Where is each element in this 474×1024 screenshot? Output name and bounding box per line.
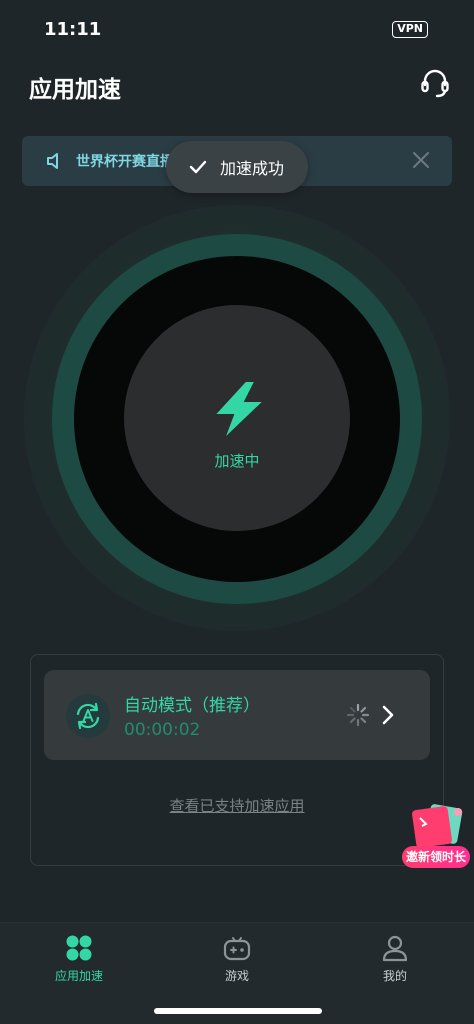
nav-item-me[interactable]: 我的 <box>345 933 445 984</box>
grid-icon <box>66 935 92 961</box>
page-title: 应用加速 <box>29 77 121 103</box>
home-indicator[interactable] <box>154 1008 322 1014</box>
auto-mode-icon <box>66 694 110 738</box>
gamepad-icon <box>223 937 251 961</box>
nav-label-me: 我的 <box>382 969 407 983</box>
nav-label-games: 游戏 <box>224 969 249 983</box>
accelerator-status: 加速中 <box>214 452 260 470</box>
nav-item-games[interactable]: 游戏 <box>187 933 287 984</box>
success-toast: 加速成功 <box>166 141 308 193</box>
status-time: 11:11 <box>44 19 102 40</box>
app-screen: 11:11 VPN 应用加速 世界杯开赛直播 … 加速中 加速成功 自动模式（推… <box>0 0 474 1024</box>
accelerated-timer: 00:00:02 <box>124 720 201 740</box>
toast-text: 加速成功 <box>220 159 285 178</box>
mode-title: 自动模式（推荐） <box>124 696 260 716</box>
vpn-badge: VPN <box>392 21 428 38</box>
customer-support-button[interactable] <box>418 66 452 100</box>
user-icon <box>382 935 408 962</box>
invite-reward-badge[interactable]: 邀新领时长 <box>402 800 470 874</box>
nav-item-accelerate[interactable]: 应用加速 <box>29 933 129 984</box>
mode-card[interactable]: 自动模式（推荐） 00:00:02 <box>44 670 430 760</box>
lightning-bolt-icon <box>216 382 262 436</box>
close-icon[interactable] <box>410 149 432 171</box>
chevron-right-icon[interactable] <box>380 704 396 726</box>
invite-label: 邀新领时长 <box>402 846 470 868</box>
nav-label-accelerate: 应用加速 <box>54 969 103 983</box>
gift-cards-icon <box>412 804 463 848</box>
spinner-icon <box>346 703 370 727</box>
headset-icon <box>421 69 449 98</box>
check-icon <box>189 160 207 174</box>
speaker-icon <box>47 153 58 169</box>
